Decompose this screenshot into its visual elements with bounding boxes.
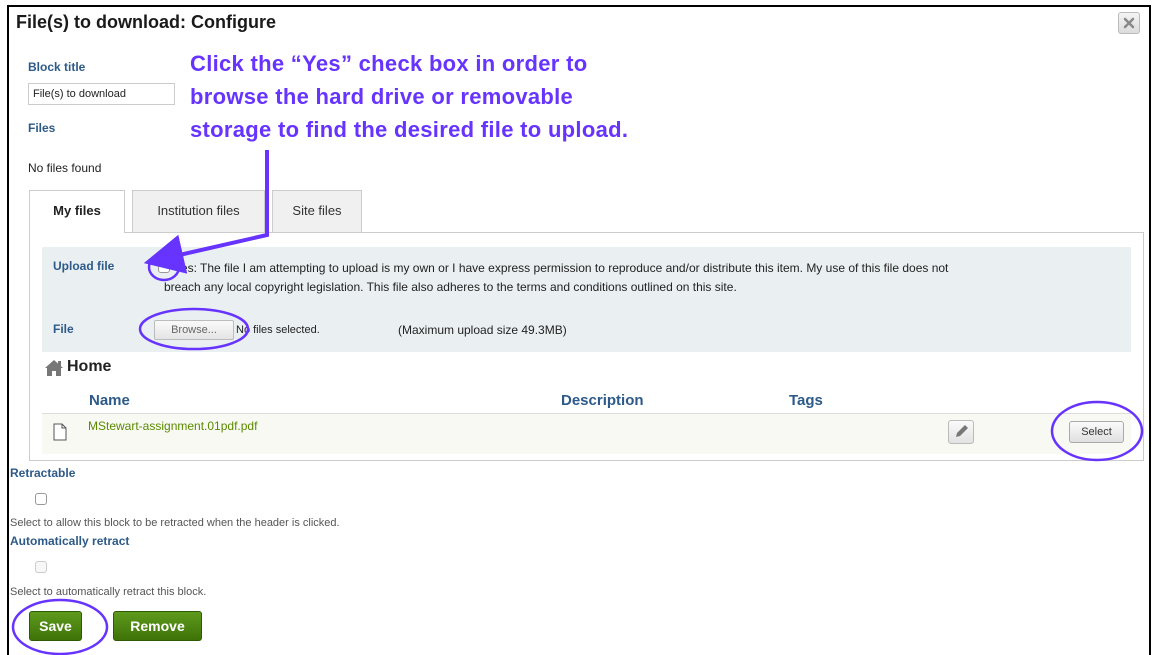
- annotation-arrow: [143, 150, 269, 274]
- highlight-circle-save: [11, 598, 109, 655]
- highlight-circle-checkbox: [147, 252, 181, 282]
- highlight-circle-select: [1050, 400, 1144, 462]
- highlight-circle-browse: [138, 307, 250, 351]
- annotation-overlay: [11, 150, 1144, 655]
